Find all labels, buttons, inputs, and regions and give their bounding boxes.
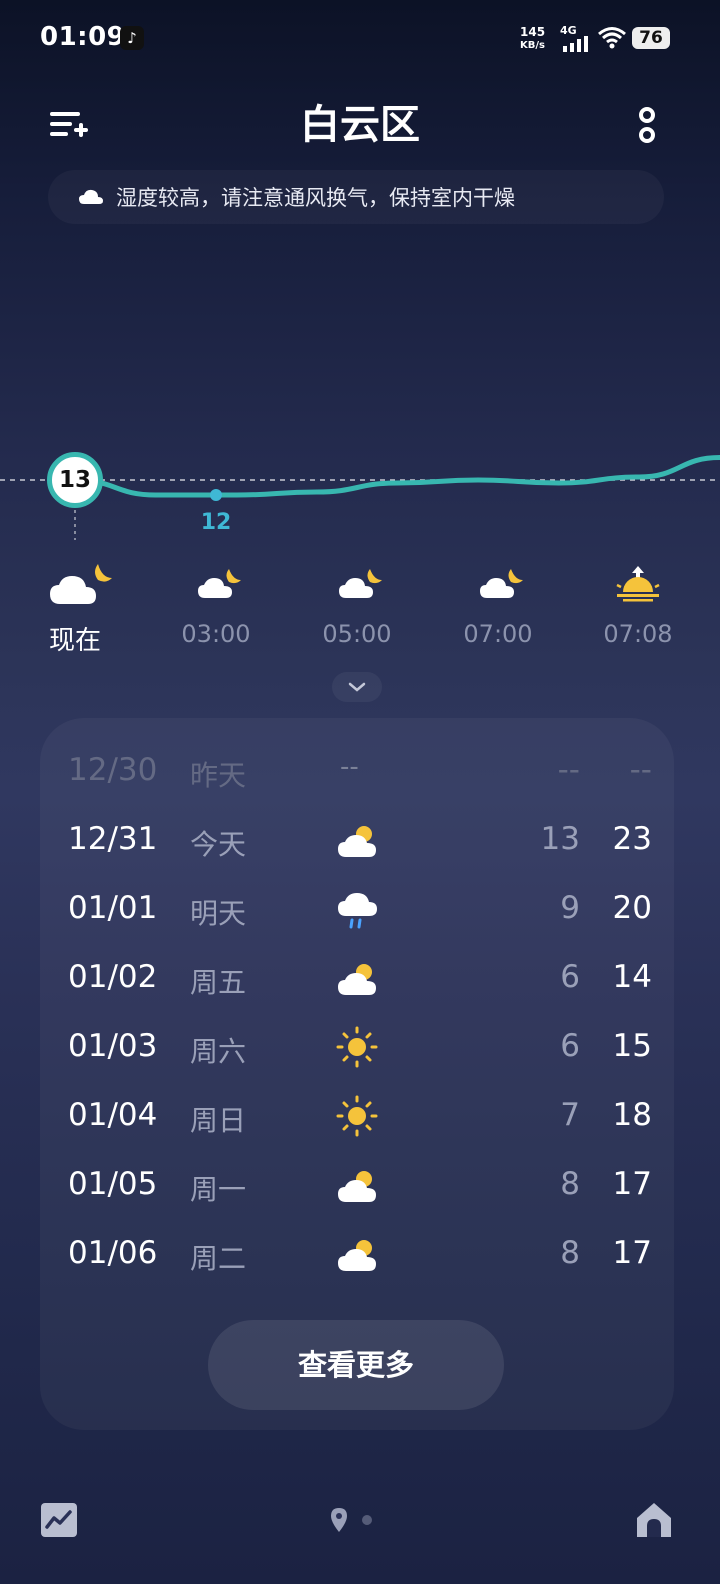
forecast-high: 17	[612, 1166, 652, 1202]
forecast-low: 8	[560, 1166, 580, 1202]
home-icon[interactable]	[634, 1500, 674, 1540]
forecast-date: 01/03	[68, 1028, 158, 1064]
forecast-day: 周日	[190, 1104, 247, 1137]
partly-cloudy-icon	[338, 964, 376, 995]
net-speed: 145 KB/s	[520, 26, 545, 52]
forecast-day: 周六	[190, 1035, 247, 1068]
forecast-day: 明天	[190, 897, 247, 930]
status-time: 01:09	[40, 22, 126, 52]
forecast-high: 14	[612, 959, 652, 995]
partly-cloudy-icon	[338, 826, 376, 857]
hourly-time: 07:00	[463, 620, 533, 648]
hourly-time: 05:00	[322, 620, 392, 648]
forecast-date: 01/06	[68, 1235, 158, 1271]
forecast-high: 20	[612, 890, 652, 926]
forecast-date: 01/04	[68, 1097, 158, 1133]
forecast-date: 01/05	[68, 1166, 158, 1202]
temperature-curve	[74, 455, 720, 498]
forecast-low: 7	[560, 1097, 580, 1133]
wifi-icon	[598, 27, 626, 49]
tiktok-icon: ♪	[120, 26, 144, 50]
moon-cloud-icon	[480, 569, 523, 598]
partly-cloudy-icon	[338, 1240, 376, 1271]
hourly-temperature-chart[interactable]	[0, 440, 720, 560]
signal-bars-icon	[563, 36, 588, 52]
moon-cloud-icon	[339, 569, 382, 598]
forecast-date: 01/02	[68, 959, 158, 995]
net-speed-value: 145	[520, 25, 546, 39]
forecast-low: 8	[560, 1235, 580, 1271]
hourly-time: 现在	[48, 626, 101, 656]
forecast-day: 今天	[190, 828, 247, 861]
moon-cloud-icon	[50, 564, 112, 604]
forecast-low: --	[557, 752, 580, 788]
location-pin-icon[interactable]	[330, 1506, 380, 1534]
weather-tip-text: 湿度较高，请注意通风换气，保持室内干燥	[116, 186, 515, 210]
min-temp-label: 12	[200, 510, 232, 535]
forecast-day: 周一	[190, 1173, 247, 1206]
forecast-low: 9	[560, 890, 580, 926]
sun-icon	[336, 1095, 378, 1137]
forecast-low: 6	[560, 959, 580, 995]
forecast-weather-placeholder: --	[340, 752, 359, 782]
see-more-button[interactable]: 查看更多	[208, 1320, 504, 1410]
forecast-day: 周二	[190, 1242, 247, 1275]
sun-icon	[336, 1026, 378, 1068]
forecast-date: 12/30	[68, 752, 158, 788]
forecast-high: 23	[612, 821, 652, 857]
forecast-day: 周五	[190, 966, 247, 999]
forecast-row[interactable]: 01/01 明天 9 20	[40, 876, 674, 945]
battery-indicator: 76	[632, 27, 670, 49]
forecast-row[interactable]: 01/04 周日 7 18	[40, 1083, 674, 1152]
forecast-row[interactable]: 01/03 周六 6 15	[40, 1014, 674, 1083]
forecast-date: 01/01	[68, 890, 158, 926]
partly-cloudy-icon	[338, 1171, 376, 1202]
forecast-row[interactable]: 01/05 周一 8 17	[40, 1152, 674, 1221]
forecast-row[interactable]: 01/02 周五 6 14	[40, 945, 674, 1014]
forecast-low: 13	[540, 821, 580, 857]
expand-chevron-icon[interactable]	[332, 672, 382, 702]
forecast-high: --	[629, 752, 652, 788]
rain-cloud-icon	[338, 893, 377, 929]
forecast-high: 17	[612, 1235, 652, 1271]
forecast-row[interactable]: 12/31 今天 13 23	[40, 807, 674, 876]
net-speed-unit: KB/s	[520, 40, 546, 51]
current-temp-badge: 13	[47, 452, 103, 508]
hourly-time: 03:00	[181, 620, 251, 648]
moon-cloud-icon	[198, 569, 241, 598]
min-temp-dot	[210, 489, 222, 501]
sunrise-icon	[616, 566, 660, 602]
hourly-time: 07:08	[603, 620, 673, 648]
more-options-icon[interactable]	[622, 100, 672, 150]
forecast-row[interactable]: 01/06 周二 8 17	[40, 1221, 674, 1290]
forecast-low: 6	[560, 1028, 580, 1064]
forecast-row-yesterday[interactable]: 12/30 昨天 -- -- --	[40, 738, 674, 807]
forecast-high: 15	[612, 1028, 652, 1064]
forecast-high: 18	[612, 1097, 652, 1133]
city-title: 白云区	[300, 102, 420, 148]
forecast-day: 昨天	[190, 759, 247, 792]
trend-chart-icon[interactable]	[40, 1502, 78, 1538]
forecast-date: 12/31	[68, 821, 158, 857]
cloud-icon	[79, 189, 103, 204]
